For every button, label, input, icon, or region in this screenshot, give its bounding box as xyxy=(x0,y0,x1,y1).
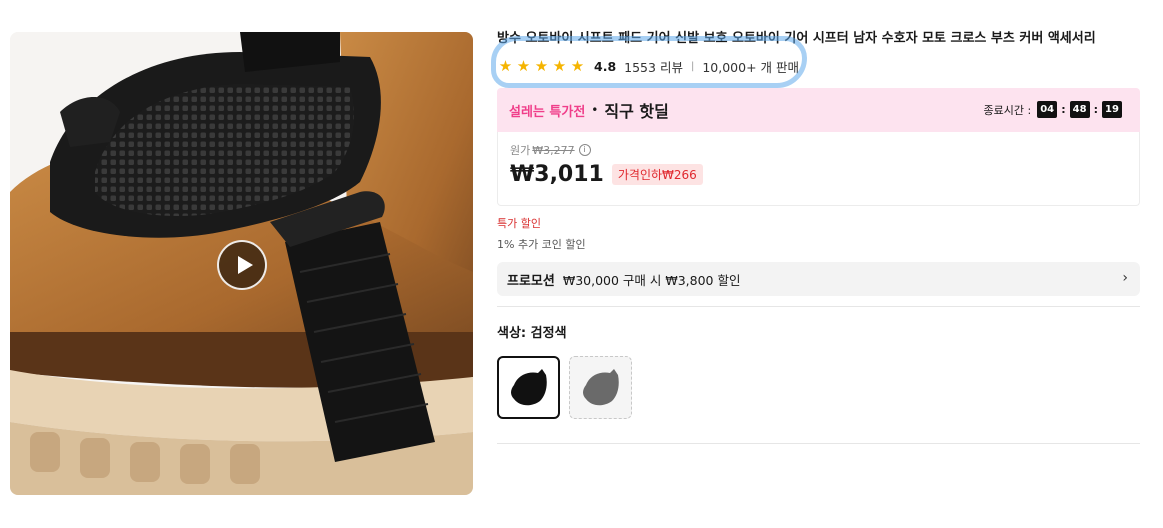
promotion-bar[interactable]: 프로모션 ₩30,000 구매 시 ₩3,800 할인 › xyxy=(497,262,1140,296)
product-title: 방수 오토바이 시프트 패드 기어 신발 보호 오토바이 기어 시프터 남자 수… xyxy=(497,31,1096,46)
timer-minutes: 48 xyxy=(1069,101,1090,118)
chevron-right-icon: › xyxy=(1122,270,1128,286)
star-icon: ★ xyxy=(570,57,585,75)
review-count-link[interactable]: 1553 리뷰 xyxy=(624,57,683,76)
gray-pad-swatch xyxy=(582,368,619,405)
countdown-timer: 종료시간 : 04 : 48 : 19 xyxy=(983,101,1122,118)
deal-banner: 설레는 특가전 • 직구 핫딜 종료시간 : 04 : 48 : 19 xyxy=(497,88,1140,132)
info-icon[interactable]: i xyxy=(578,144,591,156)
special-discount: 특가 할인 xyxy=(497,217,541,230)
star-icon: ★ xyxy=(516,57,531,75)
current-price: ₩3,011 xyxy=(510,162,604,187)
product-info-panel: 방수 오토바이 시프트 패드 기어 신발 보호 오토바이 기어 시프터 남자 수… xyxy=(491,30,1140,444)
timer-seconds: 19 xyxy=(1102,101,1122,118)
rating-stars: ★ ★ ★ ★ ★ xyxy=(497,57,586,75)
color-option-gray[interactable] xyxy=(569,356,632,419)
timer-label: 종료시간 : xyxy=(983,103,1032,117)
black-pad-swatch xyxy=(510,368,547,405)
star-icon: ★ xyxy=(534,57,549,75)
current-price-row: ₩3,011 가격인하₩266 xyxy=(510,162,1127,187)
price-box: 원가 ₩3,277 i ₩3,011 가격인하₩266 xyxy=(497,132,1140,206)
rating-row[interactable]: ★ ★ ★ ★ ★ 4.8 1553 리뷰 | 10,000+ 개 판매 xyxy=(491,36,1140,88)
timer-colon: : xyxy=(1061,103,1066,116)
sold-count: 10,000+ 개 판매 xyxy=(702,59,799,75)
color-option-black[interactable] xyxy=(497,356,560,419)
discount-badge: 가격인하₩266 xyxy=(611,164,703,185)
deal-title: 직구 핫딜 xyxy=(604,102,669,121)
separator: | xyxy=(690,60,695,72)
rating-value: 4.8 xyxy=(594,58,617,74)
divider xyxy=(497,443,1140,444)
star-icon: ★ xyxy=(552,57,567,75)
coin-discount: 1% 추가 코인 할인 xyxy=(497,238,586,251)
original-price: ₩3,277 xyxy=(532,143,575,157)
color-swatches xyxy=(497,356,1140,419)
original-price-label: 원가 xyxy=(510,144,531,157)
promotion-label: 프로모션 xyxy=(507,273,555,289)
deal-tag: 설레는 특가전 xyxy=(509,104,586,120)
product-image-gallery[interactable] xyxy=(10,32,473,495)
video-play-button[interactable] xyxy=(217,240,267,290)
promotion-text: ₩30,000 구매 시 ₩3,800 할인 xyxy=(562,272,741,288)
color-label: 색상: 검정색 xyxy=(497,326,567,341)
timer-hours: 04 xyxy=(1037,101,1058,118)
divider xyxy=(497,306,1140,307)
star-icon: ★ xyxy=(498,57,513,75)
original-price-row: 원가 ₩3,277 i xyxy=(510,142,1127,158)
timer-colon: : xyxy=(1093,103,1098,116)
deal-dot: • xyxy=(591,103,599,117)
